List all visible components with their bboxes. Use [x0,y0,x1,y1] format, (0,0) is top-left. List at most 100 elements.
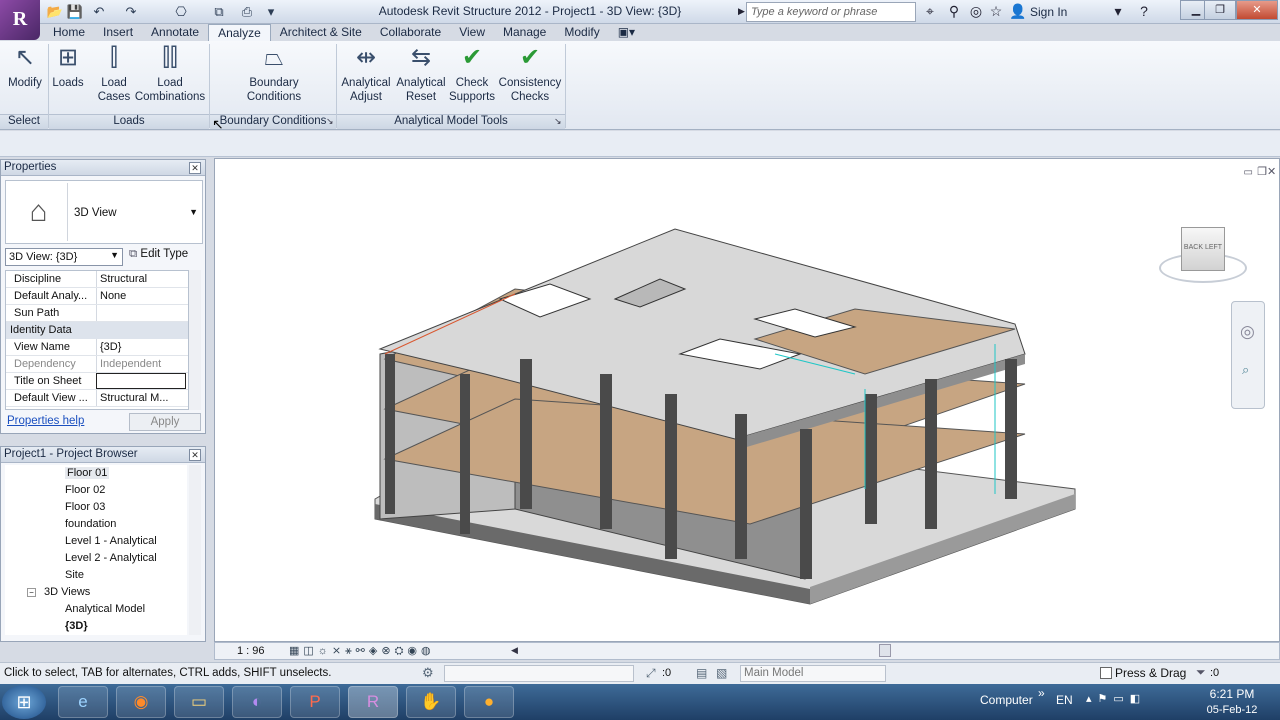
viewcube-box[interactable]: BACK LEFT [1181,227,1225,271]
panel-boundary-conditions[interactable]: Boundary Conditions [210,114,336,129]
analytical-adjust-button[interactable]: ⇹ Analytical Adjust [338,44,394,104]
help-icon[interactable]: ? [1134,3,1154,19]
browser-tree-item[interactable]: Site [5,567,187,584]
browser-tree-item[interactable]: Analytical Model [5,601,187,618]
view-scale[interactable]: 1 : 96 [237,645,265,657]
panel-loads[interactable]: Loads [49,114,209,129]
print-icon[interactable]: ⎙ [238,3,256,21]
type-selector[interactable]: ⌂ 3D View ▼ [5,180,203,244]
browser-tree-item[interactable]: foundation [5,516,187,533]
undo-icon[interactable]: ↶ [90,3,108,21]
firefox-icon[interactable]: ◉ [116,686,166,718]
favorites-icon[interactable]: ☆ [986,3,1006,20]
language-indicator[interactable]: EN [1056,693,1073,707]
ribbon-options-icon[interactable]: ▣▾ [609,24,644,41]
load-combinations-button[interactable]: ⫿⫿ Load Combinations [134,44,206,104]
panel-analytical-model-tools[interactable]: Analytical Model Tools [337,114,565,129]
tab-architect-site[interactable]: Architect & Site [271,24,371,41]
edit-type-button[interactable]: ⧉ Edit Type [129,248,201,266]
property-row[interactable]: Default View ... Structural M... [6,390,188,407]
worksets-icon[interactable]: ⚙ [422,665,434,681]
save-icon[interactable]: 💾 [66,3,84,21]
load-cases-button[interactable]: ⫿ Load Cases [92,44,136,104]
app-taskbar-icon[interactable]: ✋ [406,686,456,718]
property-row[interactable]: Discipline Structural [6,271,188,288]
property-group-header[interactable]: Identity Data [6,322,188,339]
media-player-icon[interactable]: ◐ [232,686,282,718]
browser-tree-item[interactable]: {3D} [5,618,187,635]
property-value[interactable]: Independent [96,356,186,372]
communication-icon[interactable]: ◎ [966,3,986,20]
tab-analyze[interactable]: Analyze [208,24,271,41]
boundary-conditions-button[interactable]: ⏢ Boundary Conditions [238,44,310,104]
start-button[interactable]: ⊞ [2,685,46,719]
scroll-left-icon[interactable]: ◀ [511,645,518,656]
loads-button[interactable]: ⊞ Loads [50,44,86,90]
property-row[interactable]: Default Analy... None [6,288,188,305]
browser-scrollbar[interactable] [189,465,201,635]
panel-launcher-icon[interactable]: ↘ [554,116,562,127]
toolbar-expand-icon[interactable]: » [1038,686,1045,700]
expand-arrow-icon[interactable]: ▶ [738,6,745,17]
internet-explorer-icon[interactable]: e [58,686,108,718]
tab-collaborate[interactable]: Collaborate [371,24,450,41]
panel-select[interactable]: Select [0,114,48,129]
close-icon[interactable]: ✕ [189,449,201,461]
modify-button[interactable]: ↖ Modify [4,44,46,90]
browser-tree-item[interactable]: Level 2 - Analytical [5,550,187,567]
building-model[interactable] [215,159,1280,643]
property-value[interactable] [96,373,186,389]
viewport-minimize-icon[interactable]: ▭ [1244,167,1253,178]
browser-tree-item[interactable]: Floor 03 [5,499,187,516]
model-select[interactable]: Main Model [740,665,886,682]
property-row[interactable]: View Name {3D} [6,339,188,356]
property-row[interactable]: Dependency Independent [6,356,188,373]
analytical-reset-button[interactable]: ⇆ Analytical Reset [394,44,448,104]
tab-manage[interactable]: Manage [494,24,555,41]
instance-filter-select[interactable]: 3D View: {3D} ▼ [5,248,123,266]
measure-icon[interactable]: ⎔ [172,3,190,21]
selection-icon[interactable]: ⤢ [646,666,656,681]
sign-in-link[interactable]: Sign In [1030,5,1067,19]
close-button[interactable]: ✕ [1236,0,1278,20]
powerpoint-icon[interactable]: P [290,686,340,718]
clock-date[interactable]: 05-Feb-12 [1194,704,1270,716]
check-supports-button[interactable]: ✔ Check Supports [448,44,496,104]
close-icon[interactable]: ✕ [189,162,201,174]
property-row[interactable]: Title on Sheet [6,373,188,390]
properties-scrollbar[interactable] [189,270,201,410]
view-control-icons[interactable]: ▦◫☼⨯⚹⚯◈⊗⛭◉◍ [289,644,435,658]
open-icon[interactable]: 📂 [46,3,64,21]
subscription-icon[interactable]: ⚲ [944,3,964,20]
workset-select[interactable] [444,665,634,682]
viewport-close-icon[interactable]: ✕ [1267,165,1280,178]
search-input[interactable]: Type a keyword or phrase [746,2,916,22]
clock-time[interactable]: 6:21 PM [1194,687,1270,701]
press-drag-checkbox[interactable] [1100,667,1112,679]
property-row[interactable]: Sun Path [6,305,188,322]
property-value[interactable]: Structural M... [96,390,186,406]
consistency-checks-button[interactable]: ✔ Consistency Checks [498,44,562,104]
tab-modify[interactable]: Modify [555,24,608,41]
tray-icons[interactable]: ▴⚑▭◧ [1086,692,1146,705]
filter-icon[interactable]: ⏷ [1196,665,1206,680]
application-menu-button[interactable]: R [0,0,40,40]
property-value[interactable] [96,305,186,321]
viewcube[interactable]: BACK LEFT [1159,227,1249,285]
panel-launcher-icon[interactable]: ↘ [326,116,334,127]
sync-icon[interactable]: ⧉ [210,3,228,21]
signin-dropdown-icon[interactable]: ▾ [1108,3,1128,20]
weather-app-icon[interactable]: ● [464,686,514,718]
redo-icon[interactable]: ↷ [122,3,140,21]
browser-tree-item[interactable]: Floor 01 [5,465,187,482]
viewport-restore-icon[interactable]: ❐ [1257,165,1267,178]
computer-toolbar[interactable]: Computer [980,693,1033,707]
horizontal-scroll-thumb[interactable] [879,644,891,657]
revit-taskbar-icon[interactable]: R [348,686,398,718]
3d-viewport[interactable]: ▭ ❐ ✕ BACK LEFT ◎ ⌕ [214,158,1280,642]
restore-button[interactable]: ❐ [1204,0,1236,20]
zoom-icon[interactable]: ⌕ [1242,362,1249,378]
explorer-folder-icon[interactable]: ▭ [174,686,224,718]
browser-tree-item[interactable]: Floor 02 [5,482,187,499]
property-value[interactable]: None [96,288,186,304]
